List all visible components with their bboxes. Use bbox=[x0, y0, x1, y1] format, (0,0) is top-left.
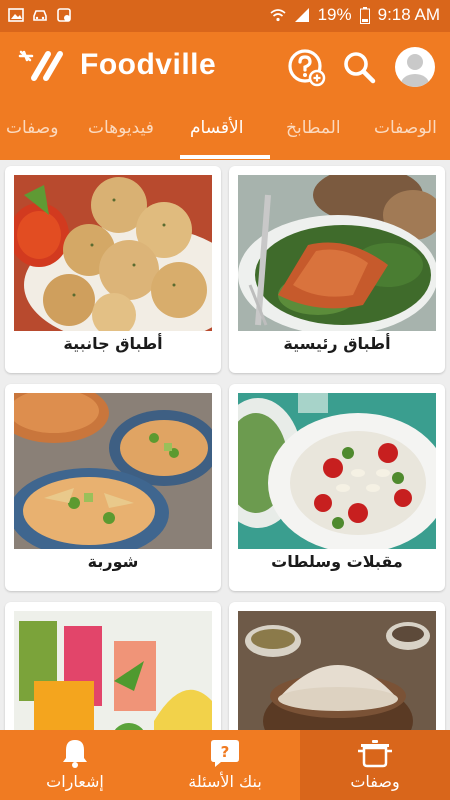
nav-question-bank[interactable]: ? بنك الأسئلة bbox=[150, 730, 300, 800]
bean-tomato-salad-photo bbox=[238, 393, 436, 549]
svg-text:?: ? bbox=[221, 743, 230, 761]
nav-label: وصفات bbox=[350, 772, 400, 791]
nav-recipes[interactable]: وصفات bbox=[300, 730, 450, 800]
car-icon bbox=[33, 10, 47, 21]
status-bar: 19% 9:18 AM bbox=[0, 0, 450, 32]
tortilla-soup-photo bbox=[14, 393, 212, 549]
nav-label: بنك الأسئلة bbox=[188, 772, 262, 791]
pot-icon bbox=[358, 740, 392, 768]
bell-icon bbox=[63, 740, 87, 768]
category-card-main-dishes[interactable]: أطباق رئيسية bbox=[229, 166, 445, 373]
wifi-icon bbox=[270, 9, 286, 22]
question-plus-icon[interactable] bbox=[286, 47, 326, 87]
nav-notifications[interactable]: إشعارات bbox=[0, 730, 150, 800]
tab-recipes-main[interactable]: الوصفات bbox=[374, 118, 437, 138]
bottom-nav: وصفات ? بنك الأسئلة إشعارات bbox=[0, 730, 450, 800]
alarm-icon bbox=[57, 8, 71, 22]
clock: 9:18 AM bbox=[377, 5, 440, 24]
tab-videos[interactable]: فيديوهات bbox=[88, 118, 154, 138]
battery-level: 19% bbox=[317, 5, 352, 24]
app-brand: Foodville bbox=[80, 48, 217, 81]
tab-categories[interactable]: الأقسام bbox=[190, 118, 243, 138]
search-icon[interactable] bbox=[339, 47, 379, 87]
signal-icon bbox=[294, 8, 309, 22]
category-card-side-dishes[interactable]: أطباق جانبية bbox=[5, 166, 221, 373]
battery-icon bbox=[359, 6, 370, 24]
category-label: أطباق جانبية bbox=[63, 334, 163, 353]
garlic-knots-photo bbox=[14, 175, 212, 331]
category-label: أطباق رئيسية bbox=[283, 334, 391, 353]
category-card-appetizers-salads[interactable]: مقبلات وسلطات bbox=[229, 384, 445, 591]
active-tab-indicator bbox=[180, 155, 270, 159]
tab-recipes[interactable]: وصفات bbox=[6, 118, 58, 138]
gallery-icon bbox=[8, 8, 24, 22]
category-card-soup[interactable]: شوربة bbox=[5, 384, 221, 591]
category-tabs: الوصفات المطابخ الأقسام فيديوهات وصفات bbox=[0, 100, 450, 160]
foodville-logo-icon bbox=[18, 50, 63, 81]
nav-label: إشعارات bbox=[46, 772, 104, 791]
app-bar: Foodville bbox=[0, 32, 450, 100]
tab-cuisines[interactable]: المطابخ bbox=[286, 118, 341, 138]
category-label: شوربة bbox=[87, 552, 139, 571]
category-label: مقبلات وسلطات bbox=[271, 552, 403, 571]
salmon-salad-photo bbox=[238, 175, 436, 331]
question-bubble-icon: ? bbox=[211, 740, 239, 767]
avatar[interactable] bbox=[392, 44, 438, 90]
